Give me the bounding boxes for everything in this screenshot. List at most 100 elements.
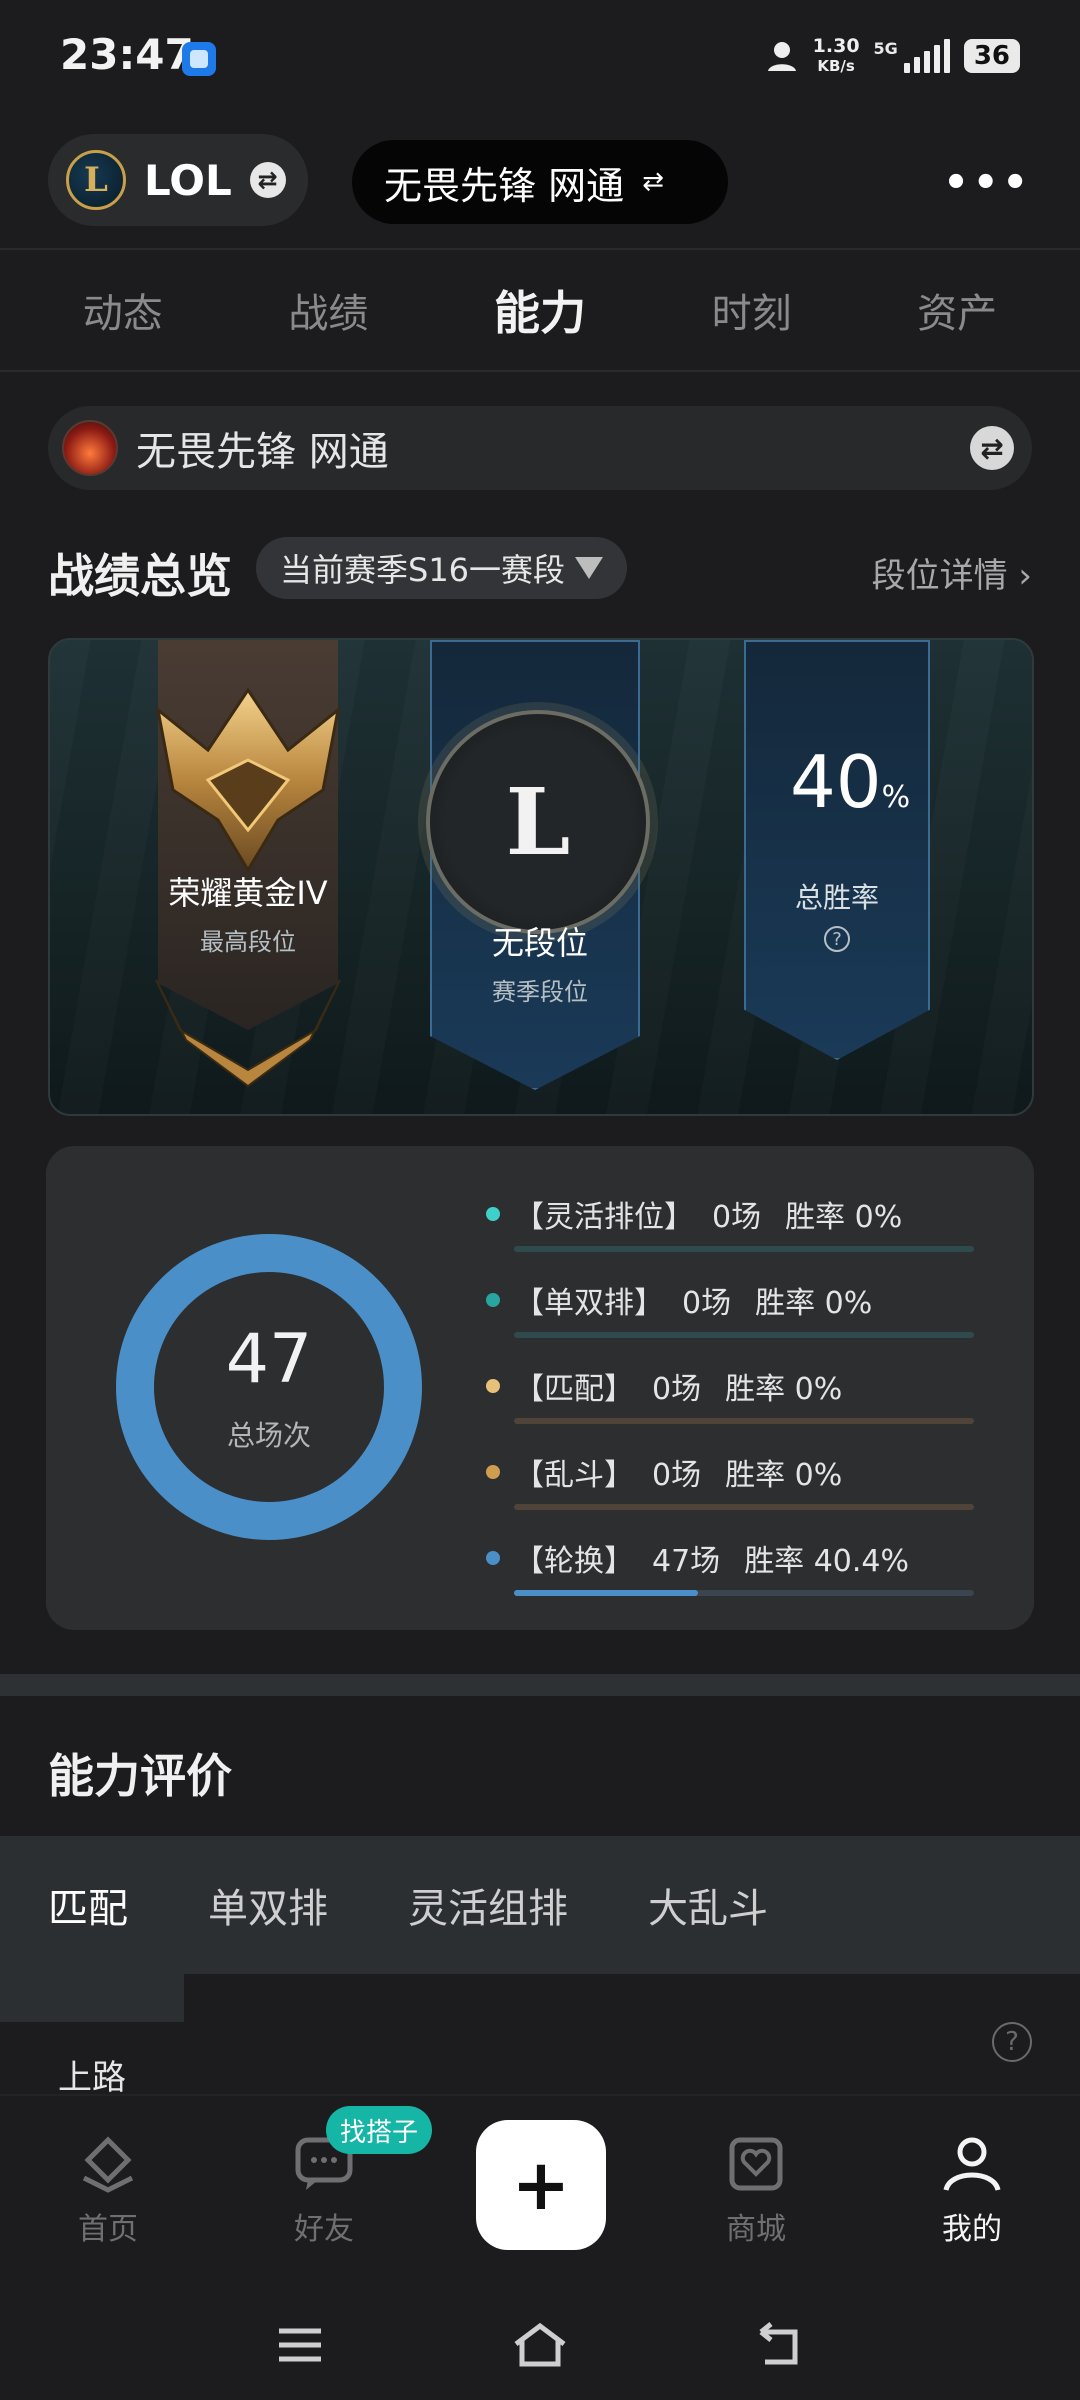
add-post-button[interactable]: + <box>476 2120 606 2250</box>
tab-ability[interactable]: 能力 <box>494 277 586 343</box>
season-emblem: L <box>426 710 650 934</box>
mode-name: 【轮换】 <box>514 1544 634 1579</box>
season-dropdown[interactable]: 当前赛季S16一赛段 <box>256 537 628 599</box>
win-rate: 40% <box>790 740 910 824</box>
back-icon[interactable] <box>750 2320 810 2370</box>
highest-rank-block: 荣耀黄金IV 最高段位 <box>128 868 368 957</box>
overview-title: 战绩总览 <box>48 549 232 603</box>
nav-profile[interactable]: 我的 <box>902 2132 1042 2248</box>
help-icon[interactable]: ? <box>992 2022 1032 2062</box>
mode-win-rate: 胜率 0% <box>725 1458 843 1493</box>
battery-indicator: 36 <box>963 39 1020 73</box>
tab-record[interactable]: 战绩 <box>288 281 368 339</box>
rank-detail-link[interactable]: 段位详情 › <box>872 548 1032 597</box>
more-options-icon[interactable]: ••• <box>943 160 1032 206</box>
dropdown-triangle-icon <box>575 557 604 579</box>
mode-dot <box>486 1293 500 1307</box>
mode-progress-bar <box>514 1504 974 1510</box>
server-switcher[interactable]: 无畏先锋 网通 ⇄ <box>352 140 728 224</box>
system-nav-bar <box>0 2290 1080 2400</box>
rank-detail-label: 段位详情 <box>871 556 1008 596</box>
mode-games: 47场 <box>652 1544 721 1579</box>
mode-text: 【匹配】 0场 胜率 0% <box>486 1364 1006 1408</box>
nav-profile-label: 我的 <box>942 2212 1002 2247</box>
game-name: LOL <box>144 155 232 205</box>
nav-friends-label: 好友 <box>294 2212 354 2247</box>
chevron-right-icon: › <box>1018 556 1032 596</box>
menu-icon[interactable] <box>270 2320 330 2370</box>
profile-icon <box>936 2132 1008 2196</box>
nav-home-label: 首页 <box>78 2212 138 2247</box>
mode-text: 【轮换】 47场 胜率 40.4% <box>486 1536 1006 1580</box>
network-speed: 1.30 KB/s <box>813 36 860 76</box>
season-rank-label: 赛季段位 <box>492 978 588 1006</box>
mode-win-rate: 胜率 0% <box>725 1372 843 1407</box>
game-switcher[interactable]: L LOL ⇄ <box>48 134 308 226</box>
mode-win-rate: 胜率 40.4% <box>744 1544 910 1579</box>
ability-tab-flex[interactable]: 灵活组排 <box>408 1876 568 1934</box>
swap-icon: ⇄ <box>249 162 286 198</box>
status-indicators: 1.30 KB/s 5G 36 <box>765 36 1020 76</box>
total-games: 47 <box>225 1320 313 1399</box>
mode-progress-bar <box>514 1246 974 1252</box>
mode-name: 【灵活排位】 <box>514 1200 694 1235</box>
home-icon <box>72 2132 144 2196</box>
season-rank-block: 无段位 赛季段位 <box>420 918 660 1007</box>
nav-shop-label: 商城 <box>726 2212 786 2247</box>
mode-row: 【轮换】 47场 胜率 40.4% <box>486 1536 1006 1596</box>
league-l-icon: L <box>505 768 571 876</box>
swap-icon[interactable]: ⇄ <box>970 426 1014 470</box>
nav-shop[interactable]: 商城 <box>686 2132 826 2248</box>
notification-app-icon <box>182 42 216 76</box>
ability-tab-match[interactable]: 匹配 <box>48 1876 128 1934</box>
account-name: 无畏先锋 网通 <box>136 429 389 475</box>
mode-row: 【乱斗】 0场 胜率 0% <box>486 1450 1006 1510</box>
win-rate-unit: % <box>881 780 911 815</box>
main-tabs: 动态 战绩 能力 时刻 资产 <box>0 248 1080 372</box>
win-rate-label: 总胜率 <box>794 881 879 914</box>
account-selector[interactable]: 无畏先锋 网通 ⇄ <box>48 406 1032 490</box>
ability-tab-indicator <box>0 1974 184 2022</box>
mode-dot <box>486 1465 500 1479</box>
ability-tab-aram[interactable]: 大乱斗 <box>648 1876 768 1934</box>
win-rate-block: 总胜率 ? <box>717 868 957 952</box>
mode-dot <box>486 1207 500 1221</box>
lol-logo-icon: L <box>66 150 126 210</box>
win-rate-value: 40 <box>790 740 882 824</box>
server-name: 无畏先锋 网通 <box>384 163 625 208</box>
mode-row: 【匹配】 0场 胜率 0% <box>486 1364 1006 1424</box>
tab-assets[interactable]: 资产 <box>917 281 997 339</box>
tab-dynamics[interactable]: 动态 <box>83 281 163 339</box>
swap-icon: ⇄ <box>642 167 664 197</box>
highest-rank-label: 最高段位 <box>200 928 296 956</box>
ability-tab-solo-duo[interactable]: 单双排 <box>208 1876 328 1934</box>
mode-progress-bar <box>514 1332 974 1338</box>
mode-progress-bar <box>514 1418 974 1424</box>
ability-tabs: 匹配 单双排 灵活组排 大乱斗 <box>0 1836 1080 1974</box>
mode-games: 0场 <box>712 1200 762 1235</box>
signal-icon: 5G <box>874 39 950 73</box>
status-time: 23:47 <box>60 30 194 79</box>
ability-title: 能力评价 <box>48 1749 232 1803</box>
mode-name: 【单双排】 <box>514 1286 664 1321</box>
season-rank: 无段位 <box>491 924 588 962</box>
total-games-label: 总场次 <box>226 1419 311 1452</box>
mode-games: 0场 <box>652 1372 702 1407</box>
net-type: 5G <box>873 39 898 58</box>
find-partner-badge[interactable]: 找搭子 <box>326 2106 433 2154</box>
mode-progress-fill <box>514 1590 698 1596</box>
nav-home[interactable]: 首页 <box>38 2132 178 2248</box>
mode-row: 【单双排】 0场 胜率 0% <box>486 1278 1006 1338</box>
highest-rank: 荣耀黄金IV <box>168 874 328 912</box>
help-icon[interactable]: ? <box>824 926 850 952</box>
section-divider <box>0 1674 1080 1696</box>
person-icon <box>767 42 796 71</box>
mode-win-rate: 胜率 0% <box>785 1200 903 1235</box>
mode-games: 0场 <box>682 1286 732 1321</box>
home-button-icon[interactable] <box>510 2320 570 2370</box>
mode-text: 【灵活排位】 0场 胜率 0% <box>486 1192 1006 1236</box>
tab-moments[interactable]: 时刻 <box>712 281 792 339</box>
winrate-banner <box>744 640 930 1060</box>
mode-name: 【匹配】 <box>514 1372 634 1407</box>
lane-label: 上路 <box>58 2058 126 2098</box>
